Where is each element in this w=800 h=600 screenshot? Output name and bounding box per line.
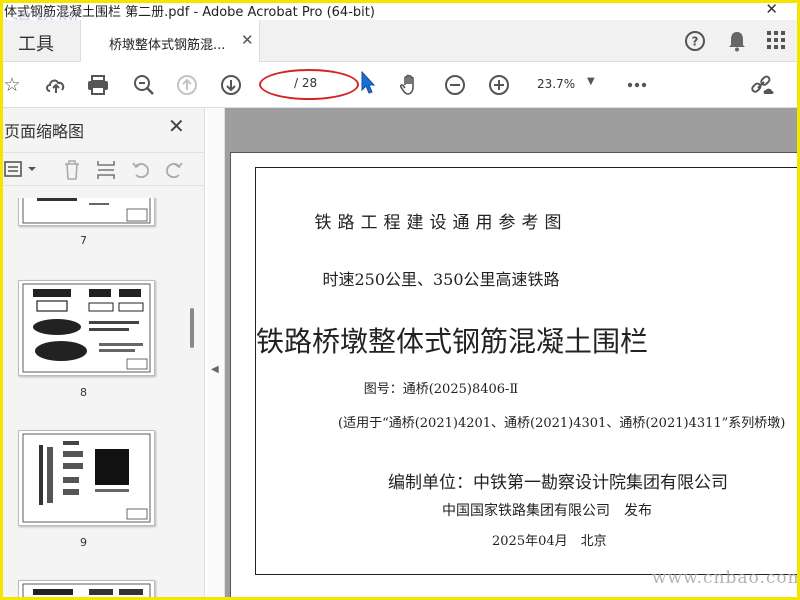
notification-bell-icon[interactable] [727,30,747,57]
help-icon[interactable]: ? [684,30,706,57]
watermark-bottom: www.cnbao.com [652,568,800,588]
zoom-in-icon[interactable] [487,73,511,97]
hand-tool-icon[interactable] [398,73,422,97]
chevron-down-icon: ▼ [587,76,595,87]
doc-date: 2025年04月 北京 [492,534,607,549]
thumbnails-panel: 页面缩略图 ✕ 7 8 9 [0,108,205,600]
zoom-search-icon[interactable] [132,73,156,97]
tab-close-button[interactable]: ✕ [241,31,254,49]
title-bar: 体式钢筋混凝土围栏 第二册.pdf - Adobe Acrobat Pro (6… [0,0,800,32]
doc-subtitle: 时速250公里、350公里高速铁路 [322,270,560,289]
select-cursor-icon[interactable] [360,70,376,99]
doc-main-title: 铁路桥墩整体式钢筋混凝土围栏 [256,325,649,358]
thumbnail-number: 7 [80,234,87,247]
thumbnail-number: 8 [80,386,87,399]
svg-text:?: ? [692,35,699,49]
doc-publisher: 中国国家铁路集团有限公司 发布 [442,503,652,519]
thumbnail-page-7[interactable] [18,198,155,226]
print-icon[interactable] [86,73,110,97]
doc-author: 编制单位：中铁第一勘察设计院集团有限公司 [388,473,728,493]
more-tools-icon[interactable] [625,73,649,97]
doc-drawing-number: 图号：通桥(2025)8406-Ⅱ [363,382,519,397]
thumbnail-toolbar [0,152,205,186]
insert-page-icon[interactable] [96,159,116,186]
tab-document-label: 桥墩整体式钢筋混... [109,38,226,53]
zoom-out-icon[interactable] [443,73,467,97]
doc-series-title: 铁路工程建设通用参考图 [314,213,568,233]
tab-document[interactable]: 桥墩整体式钢筋混... ✕ [80,20,260,63]
thumbnail-scrollbar[interactable] [190,308,194,348]
tab-tools[interactable]: 工具 [0,20,80,62]
panel-collapse-handle[interactable]: ◀ [207,108,225,600]
window-close-button[interactable]: ✕ [765,0,778,18]
bookmark-star-icon[interactable]: ☆ [0,73,24,97]
thumbnail-page-10[interactable] [18,580,155,600]
red-annotation-ellipse [259,69,359,100]
document-viewport[interactable]: 铁路工程建设通用参考图 时速250公里、350公里高速铁路 铁路桥墩整体式钢筋混… [225,108,800,600]
thumbnail-options-icon[interactable] [4,159,40,184]
doc-applicability: (适用于“通桥(2021)4201、通桥(2021)4301、通桥(2021)4… [338,416,786,431]
rotate-left-icon[interactable] [130,159,152,186]
rotate-right-icon[interactable] [163,159,185,186]
tab-bar: 工具 桥墩整体式钢筋混... ✕ ? [0,20,800,63]
thumbnail-page-9[interactable] [18,430,155,526]
zoom-value: 23.7% [537,77,576,91]
previous-page-icon[interactable] [175,73,199,97]
share-link-icon[interactable] [750,73,774,97]
page-border: 铁路工程建设通用参考图 时速250公里、350公里高速铁路 铁路桥墩整体式钢筋混… [255,167,800,575]
apps-grid-icon[interactable] [766,30,786,55]
thumbnail-list: 7 8 9 [0,198,190,600]
next-page-icon[interactable] [219,73,243,97]
pdf-page: 铁路工程建设通用参考图 时速250公里、350公里高速铁路 铁路桥墩整体式钢筋混… [230,152,800,600]
thumbnail-number: 9 [80,536,87,549]
chevron-left-icon: ◀ [211,364,219,375]
main-toolbar: ☆ / 28 23.7% ▼ [0,62,800,108]
panel-title: 页面缩略图 [4,122,85,141]
thumbnail-page-8[interactable] [18,280,155,376]
zoom-dropdown[interactable]: 23.7% ▼ [530,70,605,98]
delete-page-icon[interactable] [62,159,82,186]
upload-cloud-icon[interactable] [44,73,68,97]
panel-close-button[interactable]: ✕ [168,114,185,138]
